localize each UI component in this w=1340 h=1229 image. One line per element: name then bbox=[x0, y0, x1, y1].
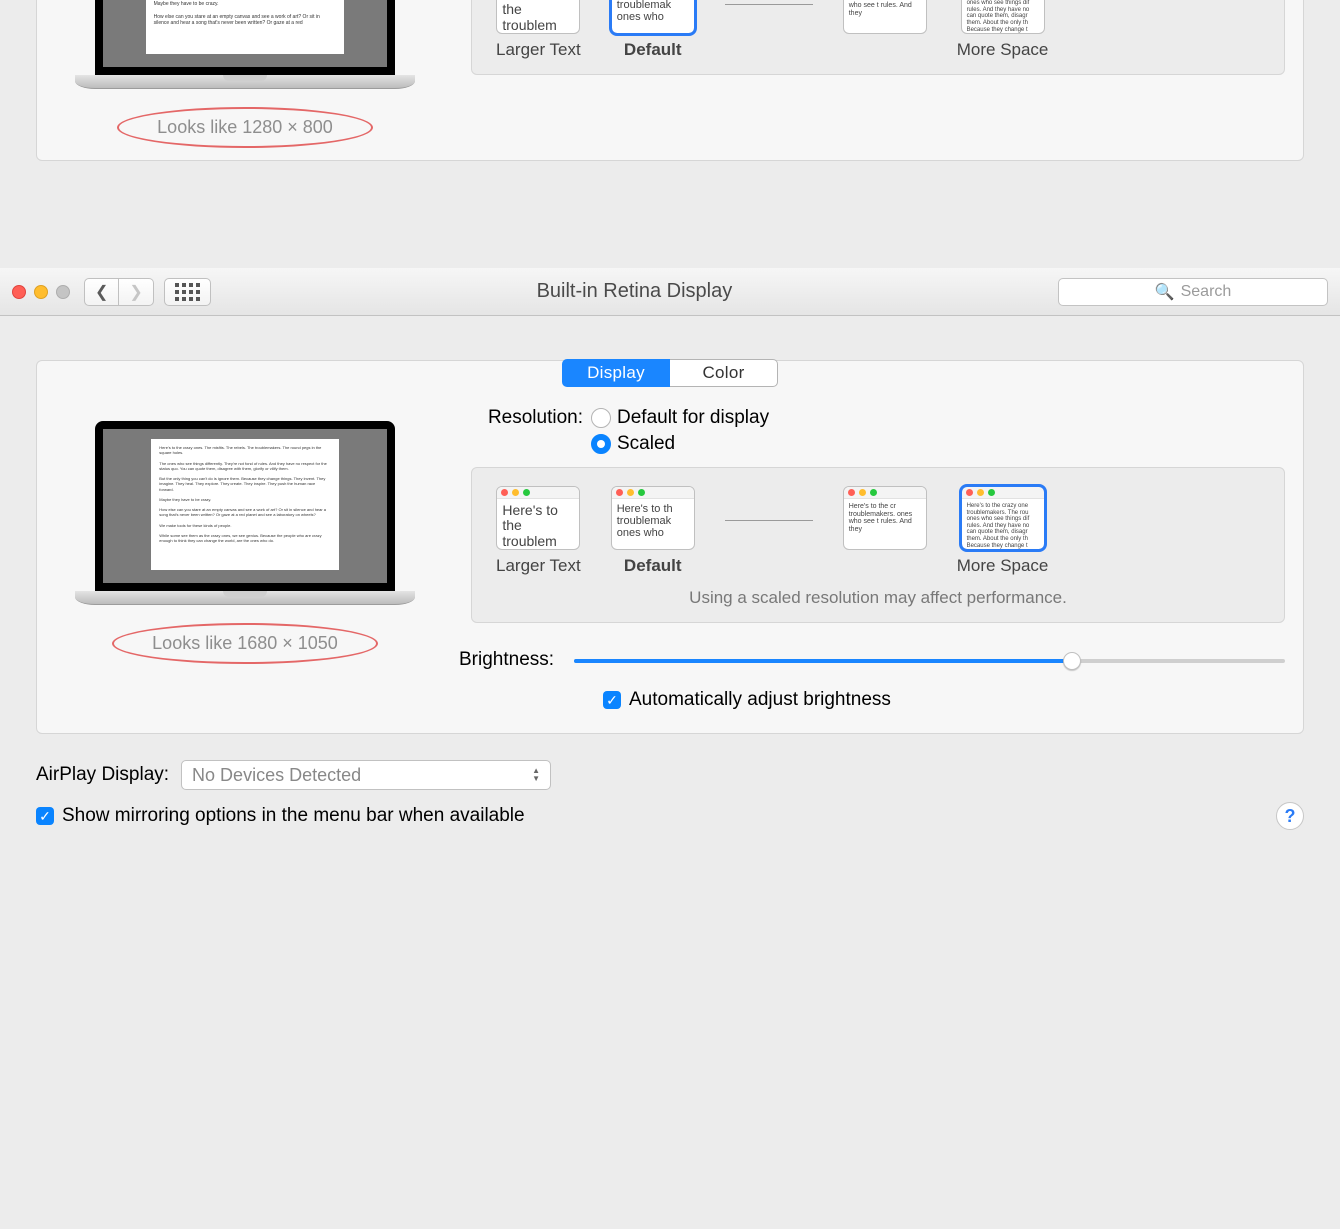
brightness-slider[interactable] bbox=[574, 649, 1285, 671]
scale-panel: Here's to the troublem Larger Text Here'… bbox=[471, 467, 1285, 623]
airplay-label: AirPlay Display: bbox=[36, 764, 169, 786]
looks-like-text-top: Looks like 1280 × 800 bbox=[157, 117, 333, 138]
tab-display[interactable]: Display bbox=[562, 359, 670, 387]
resolution-label: Resolution: bbox=[459, 407, 583, 429]
grid-icon bbox=[175, 283, 200, 301]
scale-option-default[interactable]: Here's to th troublemak ones who bbox=[611, 486, 695, 550]
chevron-right-icon: ❯ bbox=[129, 282, 142, 302]
display-preview: Here's to the crazy ones. The misfits. T… bbox=[95, 421, 395, 605]
scale-option-larger-text[interactable]: Here's to the troublem bbox=[496, 0, 580, 34]
show-all-button[interactable] bbox=[164, 278, 211, 306]
window-controls bbox=[12, 285, 70, 299]
scale-option-default[interactable]: Here's to th troublemak ones who bbox=[611, 0, 695, 34]
looks-like-text: Looks like 1680 × 1050 bbox=[152, 633, 338, 654]
tab-color[interactable]: Color bbox=[670, 359, 778, 387]
scale-option-more-space[interactable]: Here's to the crazy one troublemakers. T… bbox=[961, 486, 1045, 550]
mirroring-label: Show mirroring options in the menu bar w… bbox=[62, 805, 525, 827]
display-preferences-window: ❮ ❯ Built-in Retina Display 🔍 Search Dis… bbox=[0, 268, 1340, 842]
auto-brightness-label: Automatically adjust brightness bbox=[629, 689, 891, 711]
close-button[interactable] bbox=[12, 285, 26, 299]
search-field[interactable]: 🔍 Search bbox=[1058, 278, 1328, 306]
scale-option-more-1[interactable]: Here's to the cr troublemakers. ones who… bbox=[843, 0, 927, 34]
radio-default-for-display[interactable]: Default for display bbox=[591, 407, 769, 429]
airplay-select[interactable]: No Devices Detected ▲▼ bbox=[181, 760, 551, 790]
zoom-button bbox=[56, 285, 70, 299]
chevron-left-icon: ❮ bbox=[95, 282, 108, 302]
help-button[interactable]: ? bbox=[1276, 802, 1304, 830]
radio-scaled[interactable]: Scaled bbox=[591, 433, 769, 455]
scale-note: Using a scaled resolution may affect per… bbox=[496, 588, 1260, 608]
search-icon: 🔍 bbox=[1155, 282, 1175, 302]
forward-button: ❯ bbox=[119, 278, 153, 306]
back-button[interactable]: ❮ bbox=[84, 278, 119, 306]
scale-option-more-space[interactable]: Here's to the crazy one troublemakers. T… bbox=[961, 0, 1045, 34]
window-title: Built-in Retina Display bbox=[221, 280, 1048, 303]
display-preview: Here's to the crazy ones. The misfits. T… bbox=[95, 0, 395, 89]
scale-option-more-1[interactable]: Here's to the cr troublemakers. ones who… bbox=[843, 486, 927, 550]
checkbox-auto-brightness[interactable]: ✓ bbox=[603, 691, 621, 709]
brightness-label: Brightness: bbox=[459, 649, 554, 671]
scale-option-larger-text[interactable]: Here's to the troublem bbox=[496, 486, 580, 550]
upper-window-fragment: Here's to the crazy ones. The misfits. T… bbox=[0, 0, 1340, 268]
chevron-updown-icon: ▲▼ bbox=[532, 767, 540, 783]
checkbox-mirroring[interactable]: ✓ bbox=[36, 807, 54, 825]
scale-panel: Here's to the troublem Larger Text Here'… bbox=[471, 0, 1285, 75]
minimize-button[interactable] bbox=[34, 285, 48, 299]
